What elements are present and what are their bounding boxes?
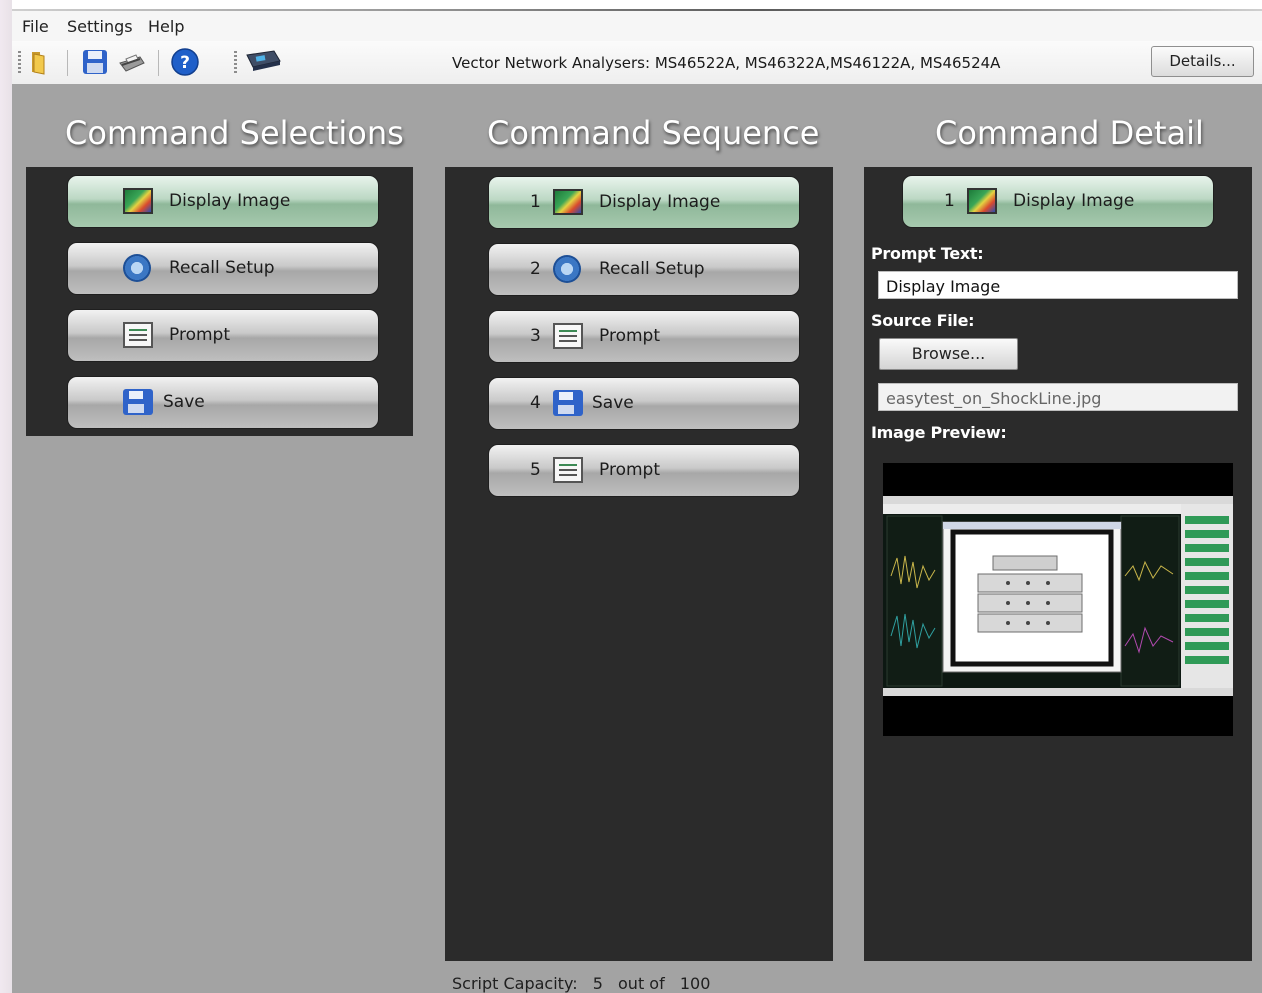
preview-screenshot-image	[883, 496, 1233, 696]
image-preview	[883, 463, 1233, 736]
command-detail-heading: Command Detail	[935, 114, 1204, 152]
detail-command-button[interactable]: 1 Display Image	[902, 175, 1214, 228]
sequence-number: 1	[530, 192, 541, 212]
sequence-label: Display Image	[599, 192, 721, 212]
details-button[interactable]: Details...	[1151, 46, 1254, 77]
display-image-icon	[967, 188, 997, 214]
prompt-text-label: Prompt Text:	[871, 244, 984, 263]
script-capacity-status: Script Capacity: 5 out of 100	[452, 974, 710, 993]
window-left-edge	[0, 0, 12, 993]
sequence-number: 5	[530, 460, 541, 480]
script-capacity-used: 5	[592, 974, 603, 993]
sequence-label: Recall Setup	[599, 259, 705, 279]
selection-label: Display Image	[169, 191, 291, 211]
command-sequence-heading: Command Sequence	[487, 114, 820, 152]
script-capacity-max: 100	[679, 974, 711, 993]
sequence-item-2[interactable]: 2 Recall Setup	[488, 243, 800, 296]
instrument-icon[interactable]	[244, 47, 282, 77]
save-icon	[553, 390, 583, 416]
command-sequence-panel: 1 Display Image 2 Recall Setup 3 Prompt …	[445, 167, 833, 961]
display-image-icon	[553, 189, 583, 215]
sequence-label: Prompt	[599, 326, 660, 346]
menu-settings[interactable]: Settings	[67, 17, 133, 36]
prompt-text-field[interactable]: Display Image	[878, 271, 1238, 299]
sequence-item-5[interactable]: 5 Prompt	[488, 444, 800, 497]
menu-bar: File Settings Help	[12, 11, 1262, 41]
toolbar-grip	[18, 51, 21, 73]
selection-prompt-button[interactable]: Prompt	[67, 309, 379, 362]
sequence-number: 4	[530, 393, 541, 413]
command-selections-panel: Display Image Recall Setup Prompt Save	[26, 167, 413, 436]
svg-text:?: ?	[180, 53, 190, 73]
prompt-icon	[553, 323, 583, 349]
save-icon	[123, 389, 153, 415]
prompt-icon	[553, 457, 583, 483]
selection-label: Prompt	[169, 325, 230, 345]
print-icon[interactable]	[116, 47, 146, 77]
toolbar-separator	[67, 50, 68, 76]
toolbar: ? Vector Network Analysers: MS46522A, MS…	[12, 41, 1262, 85]
sequence-item-1[interactable]: 1 Display Image	[488, 176, 800, 229]
sequence-number: 3	[530, 326, 541, 346]
selection-label: Save	[163, 392, 205, 412]
image-preview-label: Image Preview:	[871, 423, 1007, 442]
vna-model-list: Vector Network Analysers: MS46522A, MS46…	[452, 54, 1001, 72]
script-capacity-out-of: out of	[618, 974, 665, 993]
source-file-field: easytest_on_ShockLine.jpg	[878, 383, 1238, 411]
sequence-label: Save	[592, 393, 634, 413]
sequence-number: 2	[530, 259, 541, 279]
toolbar-separator	[158, 50, 159, 76]
sequence-item-3[interactable]: 3 Prompt	[488, 310, 800, 363]
sequence-item-4[interactable]: 4 Save	[488, 377, 800, 430]
detail-title: Display Image	[1013, 191, 1135, 211]
display-image-icon	[123, 188, 153, 214]
workspace: Command Selections Command Sequence Comm…	[12, 84, 1262, 993]
folder-icon[interactable]	[26, 47, 56, 77]
toolbar-grip	[234, 51, 237, 73]
save-icon[interactable]	[80, 47, 110, 77]
selection-display-image-button[interactable]: Display Image	[67, 175, 379, 228]
command-selections-heading: Command Selections	[65, 114, 404, 152]
menu-help[interactable]: Help	[148, 17, 184, 36]
sequence-label: Prompt	[599, 460, 660, 480]
menu-file[interactable]: File	[22, 17, 49, 36]
browse-button[interactable]: Browse...	[879, 338, 1018, 370]
selection-label: Recall Setup	[169, 258, 275, 278]
detail-number: 1	[944, 191, 955, 211]
source-file-label: Source File:	[871, 311, 975, 330]
script-capacity-label: Script Capacity:	[452, 974, 578, 993]
prompt-icon	[123, 322, 153, 348]
help-icon[interactable]: ?	[170, 47, 200, 77]
selection-save-button[interactable]: Save	[67, 376, 379, 429]
command-detail-panel: 1 Display Image Prompt Text: Display Ima…	[864, 167, 1252, 961]
gear-icon	[553, 255, 581, 283]
selection-recall-setup-button[interactable]: Recall Setup	[67, 242, 379, 295]
gear-icon	[123, 254, 151, 282]
